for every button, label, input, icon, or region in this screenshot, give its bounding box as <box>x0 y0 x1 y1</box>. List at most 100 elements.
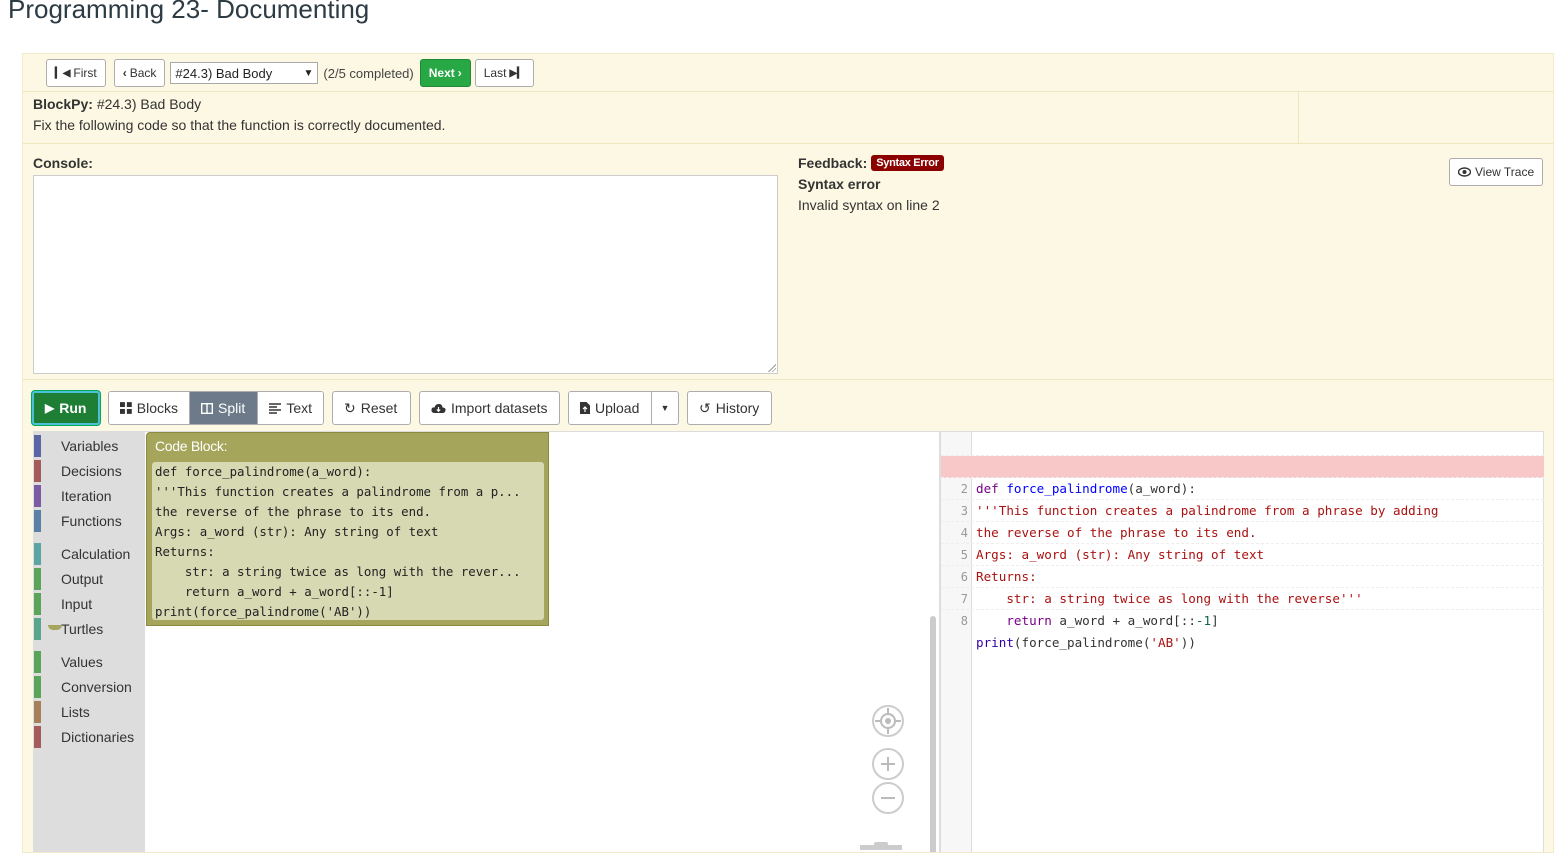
divider <box>23 143 1553 144</box>
toolbox-category-lists[interactable]: Lists <box>34 701 90 723</box>
toolbox-category-conversion[interactable]: Conversion <box>34 676 132 698</box>
last-button[interactable]: Last ▶▎ <box>474 59 534 87</box>
upload-group: Upload ▼ <box>568 391 679 425</box>
first-button-label: First <box>73 66 97 80</box>
code-editor[interactable]: 1 def force_palindrome(a_word): 2 '''Thi… <box>940 431 1544 852</box>
next-button[interactable]: Next › <box>419 59 471 87</box>
blocks-mode-button[interactable]: Blocks <box>109 392 190 424</box>
code-block[interactable]: Code Block: def force_palindrome(a_word)… <box>146 432 549 626</box>
toolbox-category-dictionaries[interactable]: Dictionaries <box>34 726 134 748</box>
zoom-in-icon[interactable] <box>872 748 904 780</box>
category-label: Lists <box>61 704 90 720</box>
code-block-line: '''This function creates a palindrome fr… <box>155 484 521 499</box>
code-text: print(force_palindrome('AB')) <box>976 635 1196 650</box>
category-label: Conversion <box>61 679 132 695</box>
blockpy-frame: ▎◀ First ‹ Back #24.3) Bad Body ▼ (2/5 c… <box>22 53 1554 853</box>
category-color <box>34 651 41 673</box>
history-button[interactable]: ↺ History <box>687 391 772 425</box>
assignment-nav: ▎◀ First ‹ Back #24.3) Bad Body ▼ (2/5 c… <box>46 58 534 88</box>
columns-icon <box>201 402 213 414</box>
split-label: Split <box>218 400 246 416</box>
code-block-line: def force_palindrome(a_word): <box>155 464 372 479</box>
refresh-icon: ↻ <box>344 399 356 416</box>
code-line[interactable]: 8 print(force_palindrome('AB')) <box>941 588 1544 650</box>
code-line[interactable]: 7 return a_word + a_word[::-1] <box>941 566 1544 628</box>
run-button[interactable]: ▶ Run <box>32 391 100 425</box>
code-text: return a_word + a_word[::-1] <box>1006 613 1219 628</box>
category-label: Output <box>61 571 104 587</box>
run-button-label: Run <box>59 400 87 416</box>
block-toolbox: Variables Decisions Iteration Functions … <box>34 432 145 852</box>
recenter-icon[interactable] <box>872 705 904 737</box>
zoom-out-icon[interactable] <box>872 782 904 814</box>
category-label: Iteration <box>61 488 112 504</box>
category-label: Input <box>61 596 93 612</box>
toolbox-category-input[interactable]: Input <box>34 593 92 615</box>
blocks-workspace[interactable]: Variables Decisions Iteration Functions … <box>33 431 940 852</box>
toolbox-category-turtles[interactable]: Turtles <box>34 618 103 640</box>
category-color <box>34 726 41 748</box>
reset-button[interactable]: ↻ Reset <box>332 391 411 425</box>
code-block-line: return a_word + a_word[::-1] <box>155 584 394 599</box>
resize-handle[interactable] <box>768 364 776 372</box>
text-label: Text <box>286 400 312 416</box>
code-line[interactable]: 5 Returns: <box>941 522 1544 584</box>
view-trace-button[interactable]: View Trace <box>1449 158 1544 186</box>
grid-icon <box>120 402 132 414</box>
caret-down-icon: ▼ <box>660 403 670 413</box>
back-button[interactable]: ‹ Back <box>113 59 166 87</box>
trash-lid <box>860 845 902 850</box>
history-icon: ↺ <box>699 399 711 416</box>
trash-icon[interactable] <box>860 842 902 852</box>
last-button-label: Last <box>483 66 507 80</box>
upload-button[interactable]: Upload <box>569 392 652 424</box>
category-label: Decisions <box>61 463 122 479</box>
code-line[interactable]: 1 def force_palindrome(a_word): <box>941 434 1544 496</box>
toolbox-category-variables[interactable]: Variables <box>34 435 118 457</box>
reset-label: Reset <box>360 400 398 416</box>
category-color <box>34 618 41 640</box>
console-output[interactable] <box>33 175 778 374</box>
toolbox-category-decisions[interactable]: Decisions <box>34 460 122 482</box>
code-line-error[interactable]: 2 '''This function creates a palindrome … <box>941 456 1544 518</box>
toolbox-category-output[interactable]: Output <box>34 568 103 590</box>
instructions: BlockPy: #24.3) Bad Body Fix the followi… <box>33 94 445 136</box>
feedback-header: Feedback: Syntax Error <box>798 155 944 171</box>
category-label: Dictionaries <box>61 729 135 745</box>
category-color <box>34 568 41 590</box>
chevron-down-icon: ▼ <box>303 67 314 79</box>
code-line[interactable]: 3 the reverse of the phrase to its end. <box>941 478 1544 540</box>
eye-icon <box>1458 167 1471 177</box>
category-color <box>34 701 41 723</box>
instructions-label: BlockPy: <box>33 96 93 112</box>
toolbox-category-iteration[interactable]: Iteration <box>34 485 112 507</box>
text-mode-button[interactable]: Text <box>258 392 323 424</box>
upload-dropdown-toggle[interactable]: ▼ <box>652 392 678 424</box>
import-datasets-button[interactable]: Import datasets <box>419 391 560 425</box>
console-label: Console: <box>33 155 93 171</box>
progress-text: (2/5 completed) <box>323 65 414 81</box>
code-block-line: Args: a_word (str): Any string of text <box>155 524 439 539</box>
history-label: History <box>715 400 760 416</box>
code-block-line: print(force_palindrome('AB')) <box>155 604 372 619</box>
toolbox-category-values[interactable]: Values <box>34 651 103 673</box>
workspace-scrollbar[interactable] <box>930 616 936 852</box>
chevron-right-icon: › <box>457 66 462 80</box>
feedback-message: Invalid syntax on line 2 <box>798 197 940 213</box>
assignment-select[interactable]: #24.3) Bad Body ▼ <box>170 62 319 84</box>
toolbox-category-calculation[interactable]: Calculation <box>34 543 130 565</box>
view-trace-label: View Trace <box>1475 165 1535 179</box>
category-color <box>34 510 41 532</box>
split-mode-button[interactable]: Split <box>190 392 259 424</box>
code-line[interactable]: 4 Args: a_word (str): Any string of text <box>941 500 1544 562</box>
skip-last-icon: ▶▎ <box>509 67 525 79</box>
code-line[interactable]: 6 str: a string twice as long with the r… <box>941 544 1544 606</box>
blocks-label: Blocks <box>136 400 178 416</box>
code-block-line: str: a string twice as long with the rev… <box>155 564 521 579</box>
first-button[interactable]: ▎◀ First <box>46 59 106 87</box>
toolbox-category-functions[interactable]: Functions <box>34 510 122 532</box>
code-block-body[interactable]: def force_palindrome(a_word): '''This fun… <box>152 462 544 620</box>
chevron-left-icon: ‹ <box>122 66 127 80</box>
category-label: Turtles <box>61 621 104 637</box>
instructions-assignment: #24.3) Bad Body <box>96 96 202 112</box>
